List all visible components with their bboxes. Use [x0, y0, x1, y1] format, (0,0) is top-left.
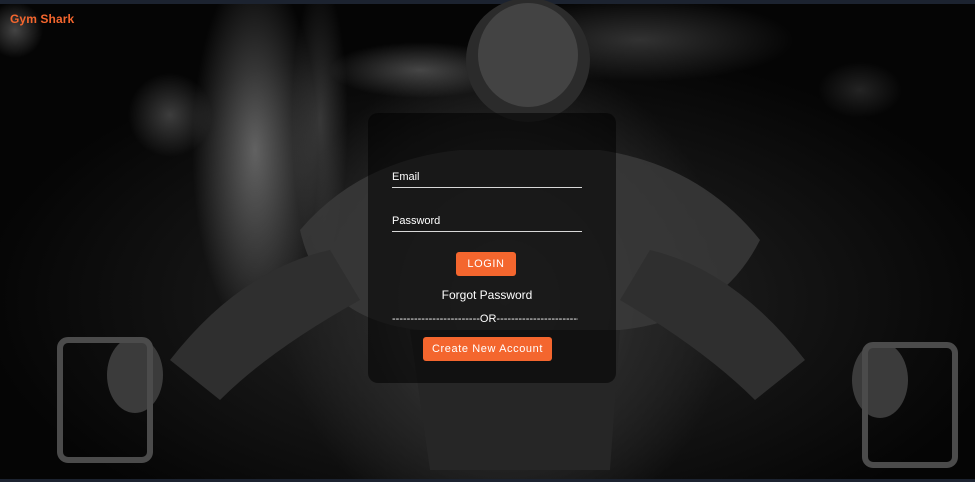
login-page: Gym Shark Email Password LOGIN Forgot Pa…	[0, 0, 975, 482]
forgot-password-link[interactable]: Forgot Password	[392, 288, 582, 302]
create-account-button[interactable]: Create New Account	[423, 337, 552, 361]
email-label: Email	[392, 171, 420, 183]
password-label: Password	[392, 215, 441, 227]
brand-logo[interactable]: Gym Shark	[10, 12, 74, 26]
or-divider: ------------------------OR--------------…	[392, 313, 578, 325]
email-field[interactable]: Email	[392, 169, 582, 188]
password-field[interactable]: Password	[392, 213, 582, 232]
login-button[interactable]: LOGIN	[456, 252, 516, 276]
